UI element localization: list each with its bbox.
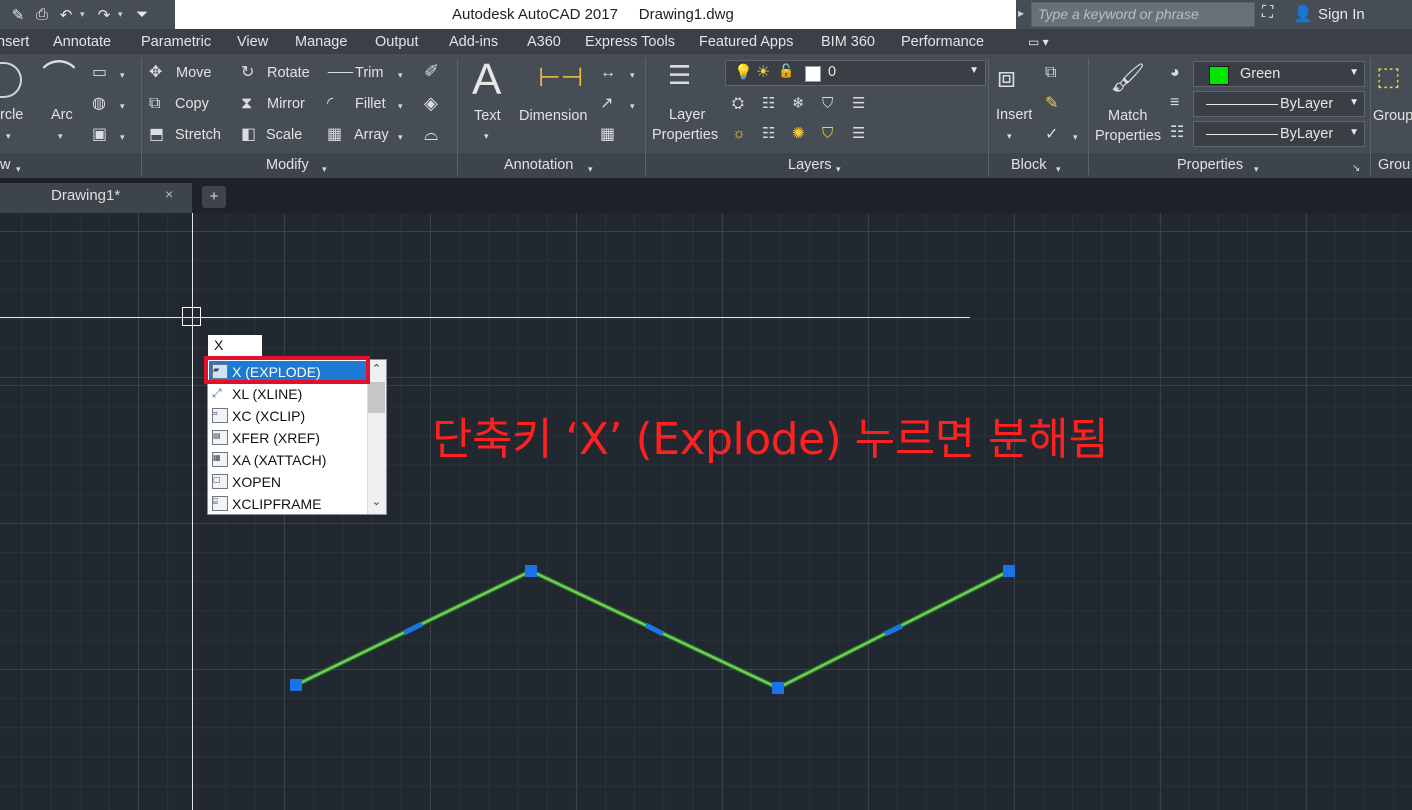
- autocomplete-item-xopen[interactable]: ▢ XOPEN: [209, 471, 369, 493]
- autocomplete-item-xclip[interactable]: ⌗ XC (XCLIP): [209, 405, 369, 427]
- vertex-grip[interactable]: [772, 682, 784, 694]
- crosshair-horizontal: [0, 317, 970, 318]
- xref-command-icon: ▤: [212, 430, 228, 445]
- xattach-command-icon: ▦: [212, 452, 228, 467]
- xclipframe-command-icon: ⌸: [212, 496, 228, 511]
- vertex-grip[interactable]: [290, 679, 302, 691]
- grip-group: [290, 565, 1015, 694]
- autocomplete-item-xclipframe[interactable]: ⌸ XCLIPFRAME: [209, 493, 369, 515]
- xclip-command-icon: ⌗: [212, 408, 228, 423]
- xline-command-icon: ⤢: [212, 386, 222, 400]
- dynamic-command-input[interactable]: X: [208, 335, 262, 356]
- xopen-command-icon: ▢: [212, 474, 228, 489]
- midpoint-grip[interactable]: [402, 621, 424, 636]
- highlight-box: [204, 356, 370, 384]
- vertex-grip[interactable]: [1003, 565, 1015, 577]
- crosshair-vertical: [192, 213, 193, 810]
- crosshair-pickbox: [182, 307, 201, 326]
- autocomplete-item-xattach[interactable]: ▦ XA (XATTACH): [209, 449, 369, 471]
- scroll-down-icon[interactable]: ⌄: [368, 495, 385, 508]
- midpoint-grip[interactable]: [644, 622, 665, 637]
- autocomplete-item-xref[interactable]: ▤ XFER (XREF): [209, 427, 369, 449]
- annotation-caption: 단축키 ‘X’ (Explode) 누르면 분해됨: [432, 414, 1109, 465]
- vertex-grip[interactable]: [525, 565, 537, 577]
- autocomplete-item-xline[interactable]: ⤢ XL (XLINE): [209, 383, 369, 405]
- scrollbar-thumb[interactable]: [368, 382, 385, 413]
- scroll-up-icon[interactable]: ⌃: [368, 362, 385, 375]
